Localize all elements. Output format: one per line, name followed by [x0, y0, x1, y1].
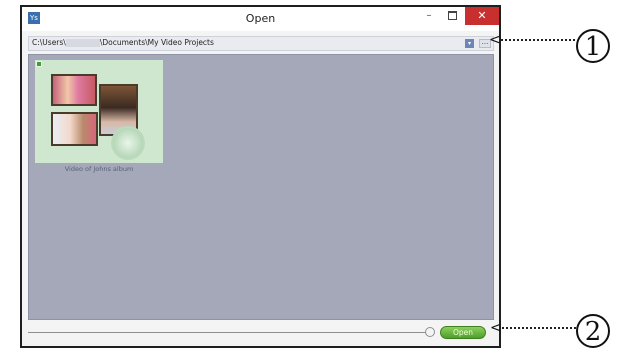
path-dropdown-button[interactable]: ▾: [465, 39, 474, 48]
arrow-left-icon: <: [489, 32, 501, 48]
maximize-icon: [447, 10, 457, 20]
project-label: Video of Johns album: [64, 165, 134, 173]
callout-number-1: 1: [576, 29, 610, 63]
project-thumbnail[interactable]: [35, 60, 163, 163]
flower-decoration-icon: [111, 126, 145, 160]
callout-number-2: 2: [576, 314, 610, 348]
dotted-leader: [502, 327, 576, 329]
thumbnail-photo: [51, 112, 98, 146]
open-button[interactable]: Open: [440, 326, 486, 339]
project-list[interactable]: Video of Johns album: [28, 54, 494, 320]
maximize-button[interactable]: [442, 7, 462, 25]
title-bar[interactable]: Ys Open – ✕: [22, 7, 499, 31]
close-button[interactable]: ✕: [465, 7, 499, 25]
path-prefix: C:\Users\: [32, 38, 66, 47]
open-dialog: Ys Open – ✕ C:\Users\ \Documents\My Video…: [20, 5, 501, 348]
path-suffix: \Documents\My Video Projects: [99, 38, 214, 47]
zoom-slider-handle[interactable]: [425, 327, 435, 337]
path-bar[interactable]: C:\Users\ \Documents\My Video Projects ▾ …: [28, 36, 494, 51]
redacted-username: [65, 39, 100, 47]
arrow-left-icon: <: [490, 320, 502, 336]
path-text: C:\Users\ \Documents\My Video Projects: [32, 38, 214, 47]
minimize-button[interactable]: –: [418, 7, 440, 25]
thumbnail-photo: [51, 74, 97, 106]
dotted-leader: [501, 39, 575, 41]
selection-check-icon[interactable]: [36, 61, 42, 67]
zoom-slider-track[interactable]: [28, 332, 427, 333]
